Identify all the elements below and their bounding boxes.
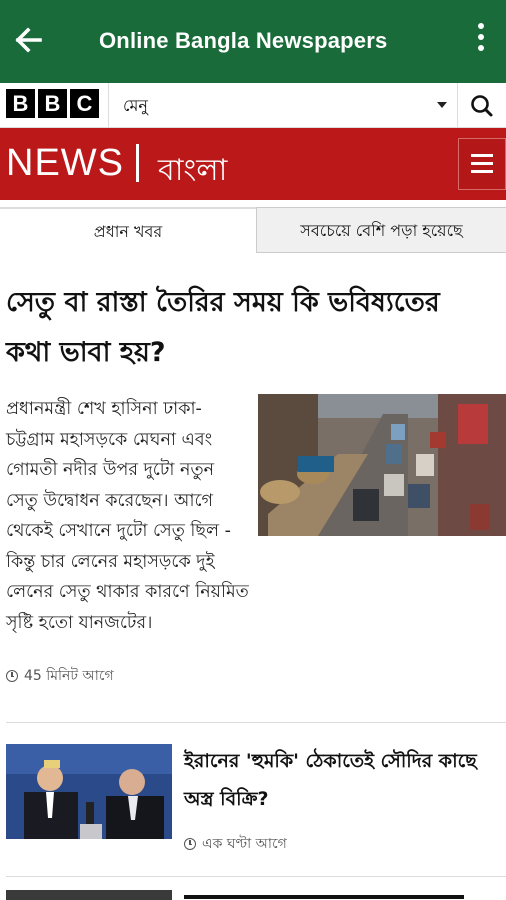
- bbc-logo[interactable]: B B C: [6, 89, 99, 118]
- news-banner: NEWS বাংলা: [0, 128, 506, 200]
- lead-image[interactable]: [258, 394, 506, 536]
- story-headline-partial[interactable]: [184, 885, 500, 900]
- story-thumbnail-partial[interactable]: [6, 890, 172, 900]
- timestamp-text: এক ঘণ্টা আগে: [202, 836, 287, 852]
- clock-icon: [184, 838, 196, 850]
- search-icon[interactable]: [462, 89, 502, 123]
- story-headline[interactable]: ইরানের 'হুমকি' ঠেকাতেই সৌদির কাছে অস্ত্র…: [184, 742, 500, 818]
- menu-label: মেনু: [123, 96, 148, 115]
- clock-icon: [6, 670, 18, 682]
- story-timestamp: এক ঘণ্টা আগে: [184, 832, 287, 856]
- divider: [6, 722, 506, 723]
- back-arrow-icon[interactable]: [10, 22, 46, 58]
- app-title: Online Bangla Newspapers: [99, 28, 388, 53]
- wordmark-divider: [136, 144, 139, 182]
- menu-dropdown[interactable]: মেনু: [108, 83, 458, 127]
- hamburger-icon[interactable]: [458, 138, 506, 190]
- lead-summary: প্রধানমন্ত্রী শেখ হাসিনা ঢাকা-চট্টগ্রাম …: [6, 399, 249, 633]
- divider: [6, 876, 506, 877]
- lead-timestamp: 45 মিনিট আগে: [6, 664, 114, 688]
- news-wordmark[interactable]: NEWS: [6, 142, 124, 185]
- tab-most-read[interactable]: সবচেয়ে বেশি পড়া হয়েছে: [256, 207, 506, 253]
- chevron-down-icon: [437, 102, 447, 108]
- timestamp-text: 45 মিনিট আগে: [24, 668, 114, 684]
- more-vert-icon[interactable]: [471, 18, 491, 64]
- logo-letter: B: [38, 89, 67, 118]
- language-wordmark: বাংলা: [158, 153, 228, 188]
- bbc-header: B B C মেনু: [0, 83, 506, 128]
- logo-letter: B: [6, 89, 35, 118]
- tab-bar: প্রধান খবর সবচেয়ে বেশি পড়া হয়েছে: [0, 207, 506, 253]
- logo-letter: C: [70, 89, 99, 118]
- lead-headline[interactable]: সেতু বা রাস্তা তৈরির সময় কি ভবিষ্যতের ক…: [6, 278, 476, 378]
- app-bar: Online Bangla Newspapers: [0, 0, 506, 83]
- story-thumbnail[interactable]: [6, 744, 172, 839]
- tab-top-news[interactable]: প্রধান খবর: [0, 207, 256, 253]
